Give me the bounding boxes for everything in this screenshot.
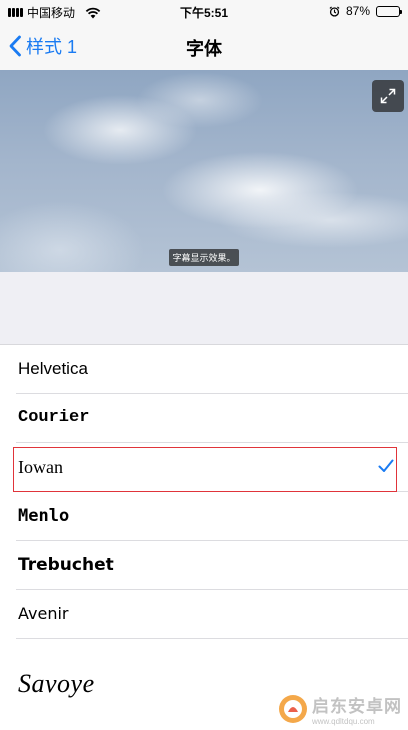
page-title: 字体: [186, 39, 222, 59]
font-label: Helvetica: [18, 359, 88, 378]
font-option-avenir[interactable]: Avenir: [16, 590, 408, 639]
subtitle-text: 字幕显示效果。: [169, 249, 239, 266]
font-label: Menlo: [18, 506, 70, 526]
font-label: Trebuchet: [18, 555, 114, 575]
watermark: 启东安卓网 www.qdltdqu.com: [278, 692, 402, 726]
font-option-trebuchet[interactable]: Trebuchet: [16, 541, 408, 590]
subtitle-preview: 字幕显示效果。: [0, 70, 408, 272]
checkmark-icon: [378, 459, 394, 472]
font-option-courier[interactable]: Courier: [16, 394, 408, 443]
font-label: Savoye: [18, 669, 95, 698]
font-label: Iowan: [18, 457, 63, 477]
watermark-text: 启东安卓网 www.qdltdqu.com: [312, 692, 402, 726]
section-spacer: [0, 272, 408, 344]
expand-icon: [380, 88, 396, 104]
navigation-bar: 样式 1 字体: [0, 22, 408, 70]
alarm-icon: [329, 5, 340, 17]
font-option-helvetica[interactable]: Helvetica: [16, 345, 408, 394]
expand-button[interactable]: [372, 80, 404, 112]
screen: 中国移动 下午5:51 87% 样式 1 字体 字幕显示效果。 Helvetic…: [0, 0, 408, 730]
font-option-menlo[interactable]: Menlo: [16, 492, 408, 541]
watermark-title: 启东安卓网: [312, 697, 402, 716]
subtitle-caption: 字幕显示效果。: [0, 248, 408, 266]
battery-icon: [376, 5, 402, 17]
font-option-iowan[interactable]: Iowan: [16, 443, 408, 492]
font-list: Helvetica Courier Iowan Menlo Trebuchet …: [0, 344, 408, 730]
status-bar: 中国移动 下午5:51 87%: [0, 0, 408, 22]
status-right: 87%: [329, 4, 402, 18]
watermark-logo-icon: [279, 695, 307, 723]
font-label: Courier: [18, 408, 90, 427]
font-label: Avenir: [18, 604, 69, 623]
watermark-url: www.qdltdqu.com: [312, 717, 375, 726]
battery-percent: 87%: [345, 4, 370, 18]
